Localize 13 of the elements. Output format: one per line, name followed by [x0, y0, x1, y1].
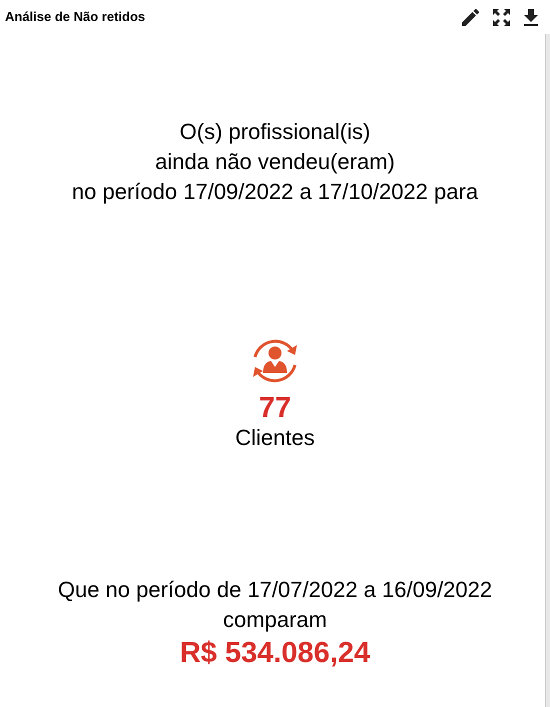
comparison-text-line: comparam	[223, 606, 327, 634]
client-label: Clientes	[235, 425, 315, 451]
comparison-text-line: Que no período de 17/07/2022 a 16/09/2022	[58, 576, 492, 604]
intro-text-line: no período 17/09/2022 a 17/10/2022 para	[72, 178, 478, 206]
pencil-icon[interactable]	[462, 8, 479, 26]
download-icon[interactable]	[524, 8, 538, 26]
expand-icon[interactable]	[493, 8, 510, 26]
scrollbar[interactable]	[545, 34, 550, 707]
intro-text-line: O(s) profissional(is)	[180, 118, 370, 146]
intro-text-line: ainda não vendeu(eram)	[155, 148, 395, 176]
client-count: 77	[258, 391, 292, 425]
panel-title: Análise de Não retidos	[5, 8, 146, 26]
amount-value: R$ 534.086,24	[180, 636, 370, 671]
